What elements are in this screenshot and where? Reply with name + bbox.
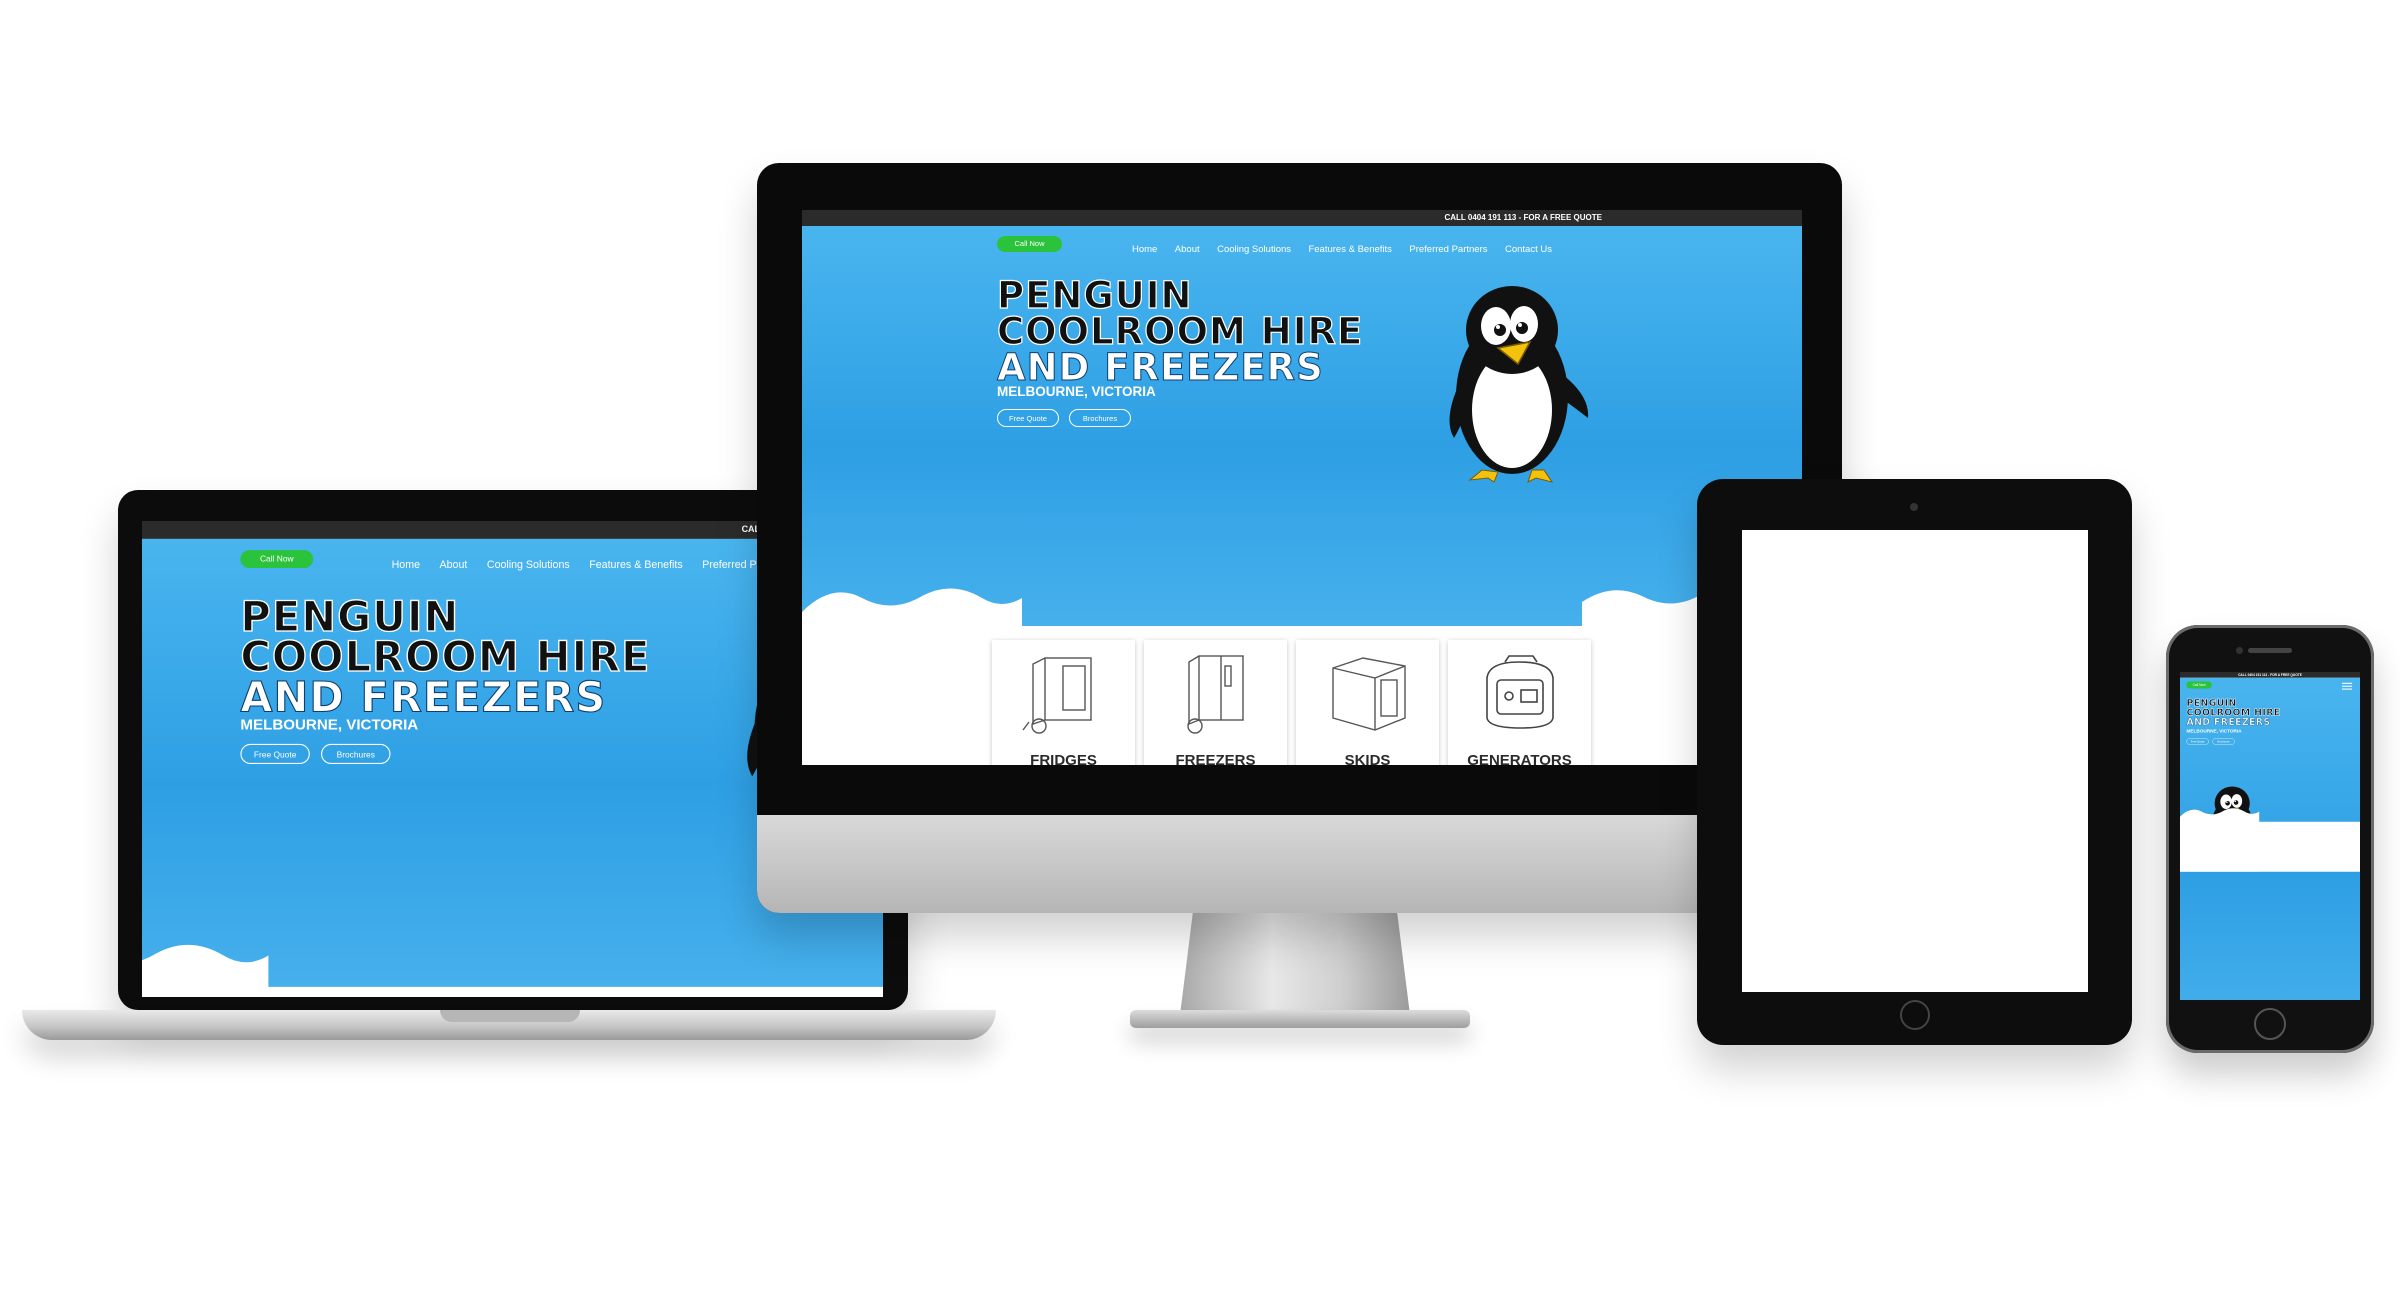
phone-home-button[interactable] [2254, 1008, 2286, 1040]
phone-screen: CALL 0404 191 113 - FOR A FREE QUOTE Cal… [2180, 672, 2360, 1000]
website-page: CALL 0404 191 113 - FOR A FREE QUOTE Cal… [2180, 672, 2360, 1000]
snow-wave-divider [2180, 808, 2360, 872]
phone-camera [2236, 647, 2243, 654]
phone-speaker [2248, 648, 2292, 653]
phone-device: CALL 0404 191 113 - FOR A FREE QUOTE Cal… [0, 0, 2400, 1300]
